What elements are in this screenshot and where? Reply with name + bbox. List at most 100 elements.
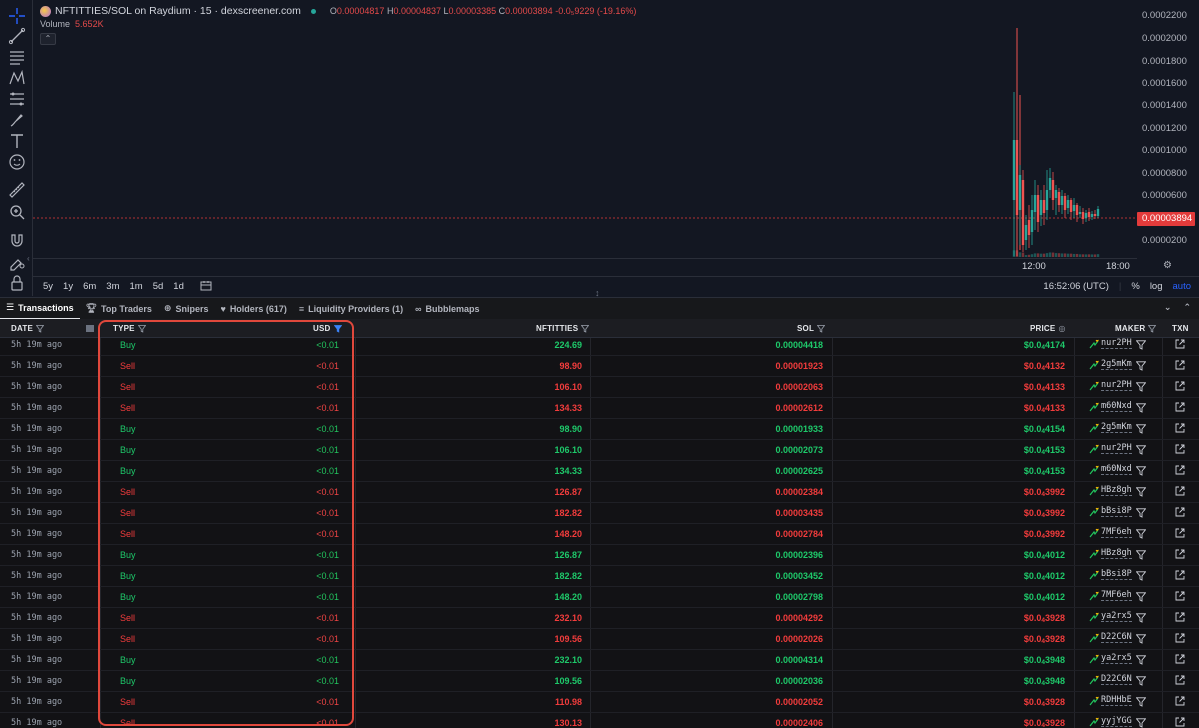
external-link-icon[interactable] [1175,675,1185,687]
maker-address[interactable]: RDHHbE [1101,695,1132,706]
external-link-icon[interactable] [1175,591,1185,603]
external-link-icon[interactable] [1175,465,1185,477]
external-link-icon[interactable] [1175,696,1185,708]
chevron-up-icon[interactable]: ⌃ [1183,302,1191,313]
maker-address[interactable]: 7MF6eh [1101,527,1132,538]
filter-maker-icon[interactable] [1135,403,1147,415]
external-link-icon[interactable] [1175,654,1185,666]
cell-maker[interactable]: HBz8gh [1089,485,1132,496]
maker-address[interactable]: nur2PH [1101,338,1132,349]
utc-clock[interactable]: 16:52:06 (UTC) [1043,281,1108,292]
range-3m[interactable]: 3m [106,281,119,292]
filter-maker-icon[interactable] [1135,445,1147,457]
tab-holders[interactable]: ♥ Holders (617) [214,298,292,320]
maker-address[interactable]: bBsi8P [1101,506,1132,517]
range-6m[interactable]: 6m [83,281,96,292]
maker-address[interactable]: ya2rx5 [1101,653,1132,664]
filter-icon[interactable] [817,324,826,333]
log-scale-toggle[interactable]: log [1150,281,1163,292]
external-link-icon[interactable] [1175,360,1185,372]
external-link-icon[interactable] [1175,507,1185,519]
ruler-icon[interactable] [7,180,27,200]
cell-maker[interactable]: 2g5mKm [1089,422,1132,433]
auto-scale-toggle[interactable]: auto [1173,281,1192,292]
candlestick-chart[interactable] [33,0,1137,258]
table-row[interactable]: 5h 19m ago Buy <0.01 134.33 0.00002625 $0.044… [0,461,1199,482]
table-row[interactable]: 5h 19m ago Sell <0.01 110.98 0.00002052 $0.04… [0,692,1199,713]
maker-address[interactable]: 2g5mKm [1101,359,1132,370]
cell-maker[interactable]: ya2rx5 [1089,611,1132,622]
external-link-icon[interactable] [1175,381,1185,393]
cell-maker[interactable]: 2g5mKm [1089,359,1132,370]
filter-maker-icon[interactable] [1135,718,1147,728]
filter-maker-icon[interactable] [1135,697,1147,709]
tab-transactions[interactable]: ☰ Transactions [0,298,80,320]
header-date[interactable]: DATE [11,324,44,333]
trend-line-icon[interactable] [7,26,27,46]
tab-top-traders[interactable]: 🏆︎ Top Traders [80,298,158,320]
maker-address[interactable]: yyjYGG [1101,716,1132,727]
cell-maker[interactable]: nur2PH [1089,380,1132,391]
cell-maker[interactable]: bBsi8P [1089,569,1132,580]
maker-address[interactable]: nur2PH [1101,443,1132,454]
pattern-icon[interactable] [7,68,27,88]
emoji-icon[interactable] [7,152,27,172]
maker-address[interactable]: 2g5mKm [1101,422,1132,433]
filter-maker-icon[interactable] [1135,571,1147,583]
maker-address[interactable]: D22C6N [1101,674,1132,685]
crosshair-icon[interactable] [7,6,27,26]
external-link-icon[interactable] [1175,549,1185,561]
filter-maker-icon[interactable] [1135,340,1147,352]
tab-liquidity-providers[interactable]: ≡ Liquidity Providers (1) [293,298,409,320]
filter-icon[interactable] [137,324,146,333]
cell-maker[interactable]: bBsi8P [1089,506,1132,517]
text-icon[interactable] [7,131,27,151]
table-row[interactable]: 5h 19m ago Sell <0.01 134.33 0.00002612 $0.04… [0,398,1199,419]
table-row[interactable]: 5h 19m ago Sell <0.01 232.10 0.00004292 $0.04… [0,608,1199,629]
external-link-icon[interactable] [1175,486,1185,498]
table-row[interactable]: 5h 19m ago Buy <0.01 126.87 0.00002396 $0.044… [0,545,1199,566]
header-nftitties[interactable]: NFTITTIES [536,324,590,333]
tab-snipers[interactable]: ⊕ Snipers [158,298,215,320]
cell-maker[interactable]: RDHHbE [1089,695,1132,706]
external-link-icon[interactable] [1175,717,1185,728]
filter-maker-icon[interactable] [1135,529,1147,541]
table-row[interactable]: 5h 19m ago Sell <0.01 98.90 0.00001923 $0.044… [0,356,1199,377]
external-link-icon[interactable] [1175,528,1185,540]
toolbar-collapse-icon[interactable]: ‹ [27,254,30,263]
filter-maker-icon[interactable] [1135,634,1147,646]
maker-address[interactable]: bBsi8P [1101,569,1132,580]
header-type[interactable]: TYPE [113,324,146,333]
filter-maker-icon[interactable] [1135,361,1147,373]
filter-icon[interactable] [581,324,590,333]
cell-maker[interactable]: yyjYGG [1089,716,1132,727]
table-row[interactable]: 5h 19m ago Buy <0.01 98.90 0.00001933 $0.0441… [0,419,1199,440]
collapse-legend-button[interactable]: ⌃ [40,33,56,45]
cell-maker[interactable]: m60Nxd [1089,464,1132,475]
filter-maker-icon[interactable] [1135,676,1147,688]
filter-maker-icon[interactable] [1135,487,1147,499]
range-5y[interactable]: 5y [43,281,53,292]
external-link-icon[interactable] [1175,402,1185,414]
external-link-icon[interactable] [1175,570,1185,582]
range-5d[interactable]: 5d [153,281,164,292]
header-price[interactable]: PRICE ◎ [1030,324,1066,333]
header-usd[interactable]: USD [313,324,342,333]
filter-maker-icon[interactable] [1135,550,1147,562]
external-link-icon[interactable] [1175,444,1185,456]
table-row[interactable]: 5h 19m ago Buy <0.01 106.10 0.00002073 $0.044… [0,440,1199,461]
filter-maker-icon[interactable] [1135,424,1147,436]
filter-maker-icon[interactable] [1135,466,1147,478]
zoom-icon[interactable] [7,202,27,222]
external-link-icon[interactable] [1175,423,1185,435]
lock-drawings-icon[interactable] [7,251,27,271]
table-row[interactable]: 5h 19m ago Sell <0.01 106.10 0.00002063 $0.04… [0,377,1199,398]
tab-bubblemaps[interactable]: ∞ Bubblemaps [409,298,485,320]
table-row[interactable]: 5h 19m ago Sell <0.01 126.87 0.00002384 $0.04… [0,482,1199,503]
range-1d[interactable]: 1d [173,281,184,292]
filter-maker-icon[interactable] [1135,613,1147,625]
maker-address[interactable]: HBz8gh [1101,485,1132,496]
cell-maker[interactable]: 7MF6eh [1089,527,1132,538]
resize-handle-icon[interactable]: ↕ [595,289,600,298]
percent-scale-toggle[interactable]: % [1131,281,1139,292]
